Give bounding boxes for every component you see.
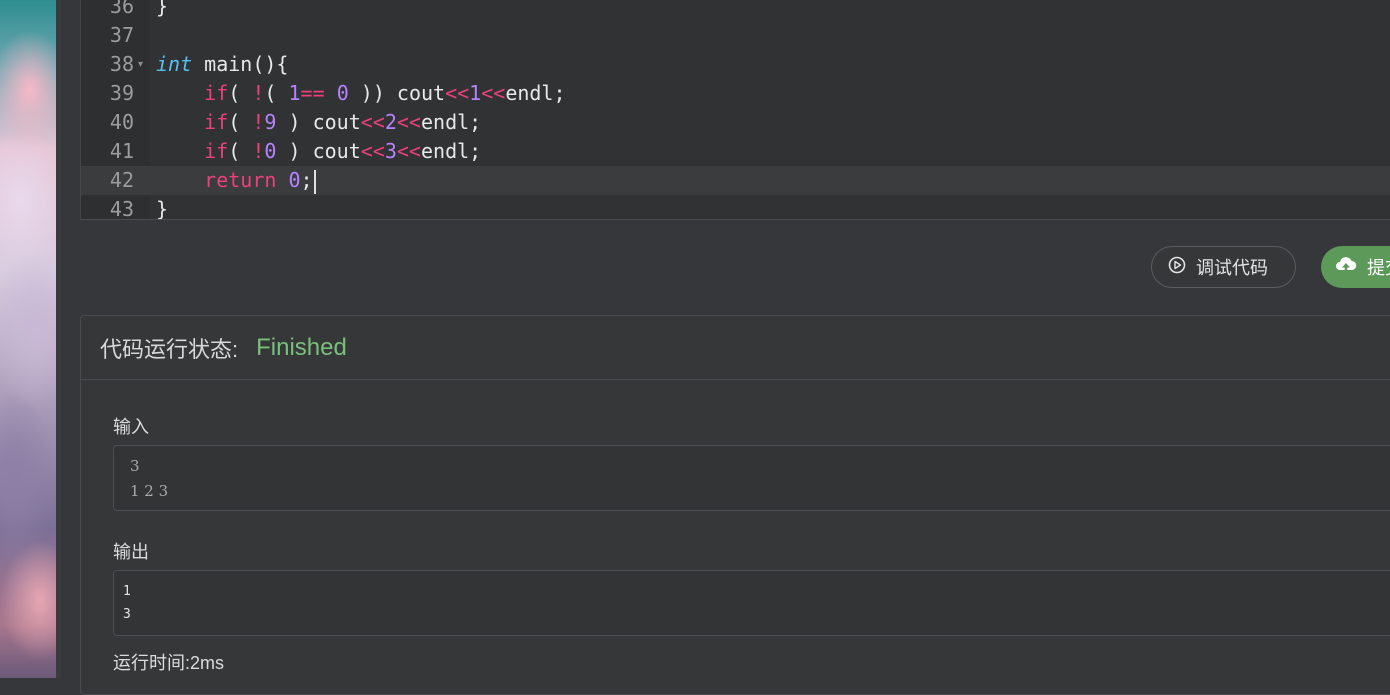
wallpaper-edge (56, 0, 61, 678)
line-number: 43 (109, 197, 134, 220)
code-line[interactable]: 37 (81, 21, 1390, 50)
fold-arrow-icon[interactable]: ▾ (138, 50, 143, 79)
line-number: 41 (109, 139, 134, 163)
code-text[interactable]: } (156, 0, 168, 21)
output-label: 输出 (113, 542, 149, 562)
code-editor[interactable]: 36 } 37 38 ▾ int main(){ 39 if( !( 1== 0… (80, 0, 1390, 220)
output-line: 1 (123, 584, 131, 599)
input-line: 1 2 3 (130, 482, 169, 500)
line-number: 38 (109, 52, 134, 76)
code-text[interactable]: if( !9 ) cout<<2<<endl; (156, 108, 481, 137)
code-text[interactable]: return 0; (156, 166, 316, 195)
submit-label: 提交 (1367, 258, 1390, 278)
code-line[interactable]: 38 ▾ int main(){ (81, 50, 1390, 79)
play-circle-icon (1168, 256, 1186, 279)
input-box[interactable]: 3 1 2 3 (113, 445, 1390, 511)
code-text[interactable]: int main(){ (156, 50, 288, 79)
input-line: 3 (130, 457, 140, 475)
debug-code-label: 调试代码 (1196, 258, 1268, 278)
line-number: 42 (109, 168, 134, 192)
code-line[interactable]: 41 if( !0 ) cout<<3<<endl; (81, 137, 1390, 166)
line-number: 37 (109, 23, 134, 47)
code-text[interactable]: if( !0 ) cout<<3<<endl; (156, 137, 481, 166)
code-line-active[interactable]: 42 return 0; (81, 166, 1390, 195)
code-line[interactable]: 36 } (81, 0, 1390, 21)
status-value: Finished (256, 333, 347, 361)
runtime-text: 运行时间:2ms (113, 653, 225, 673)
code-text[interactable]: if( !( 1== 0 )) cout<<1<<endl; (156, 79, 565, 108)
text-cursor (313, 169, 316, 194)
output-line: 3 (123, 607, 131, 622)
run-status-panel: 代码运行状态: Finished 输入 3 1 2 3 输出 1 3 运行时间:… (80, 315, 1390, 695)
line-number: 39 (109, 81, 134, 105)
cloud-upload-icon (1335, 256, 1357, 279)
code-line[interactable]: 39 if( !( 1== 0 )) cout<<1<<endl; (81, 79, 1390, 108)
debug-code-button[interactable]: 调试代码 (1151, 246, 1296, 288)
background-wallpaper (0, 0, 61, 678)
code-line[interactable]: 40 if( !9 ) cout<<2<<endl; (81, 108, 1390, 137)
line-number: 40 (109, 110, 134, 134)
line-number: 36 (109, 0, 134, 18)
input-label: 输入 (113, 417, 149, 437)
submit-button[interactable]: 提交 (1321, 246, 1390, 288)
status-label: 代码运行状态: (100, 336, 239, 362)
output-box[interactable]: 1 3 (113, 570, 1390, 636)
code-text[interactable]: } (156, 195, 168, 219)
code-line[interactable]: 43 } (81, 195, 1390, 220)
run-status-header: 代码运行状态: Finished (81, 316, 1390, 380)
